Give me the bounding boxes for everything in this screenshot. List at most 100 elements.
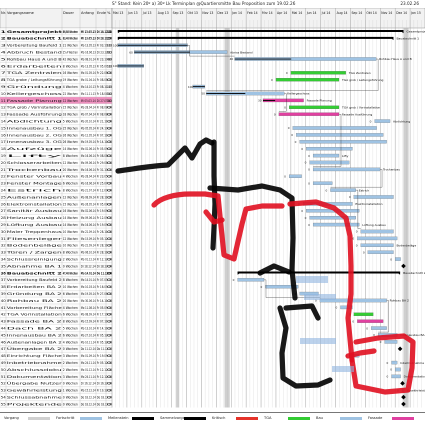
- task-bar[interactable]: [353, 312, 374, 317]
- task-bar[interactable]: [292, 126, 377, 130]
- table-cell: 8 Wochen: [63, 64, 78, 68]
- task-bar[interactable]: [312, 181, 333, 185]
- table-cell: Mo 19.05.14: [81, 292, 96, 296]
- summary-bar[interactable]: [117, 36, 394, 39]
- table-cell: 0: [107, 147, 112, 151]
- table-cell: 0 Wochen: [63, 402, 78, 406]
- table-cell: 100: [107, 44, 112, 48]
- task-percent-label: 0: [274, 112, 276, 116]
- table-cell: Außenanlagen BA 2: [7, 340, 62, 344]
- bar-label: Bauabschnitt 1: [396, 37, 419, 41]
- month-label: Jan 14: [231, 11, 242, 15]
- task-bar[interactable]: [296, 133, 384, 137]
- task-bar[interactable]: [367, 250, 394, 254]
- table-cell: 15: [1, 126, 6, 130]
- table-cell: Mo 01.12.14: [81, 368, 96, 372]
- table-cell: Dokumentation: [7, 375, 62, 379]
- holiday-band: [176, 28, 180, 408]
- task-bar[interactable]: [306, 147, 353, 151]
- table-cell: Mo 24.11.14: [81, 375, 96, 379]
- task-bar[interactable]: [299, 140, 387, 144]
- task-bar[interactable]: [360, 243, 394, 247]
- task-bar[interactable]: [391, 374, 401, 379]
- task-bar[interactable]: [395, 367, 401, 372]
- table-cell: Rohbau BA 2: [7, 299, 62, 303]
- task-bar[interactable]: [312, 222, 360, 227]
- task-bar[interactable]: [371, 326, 387, 330]
- table-cell: Übergabe BA 2: [7, 346, 62, 351]
- task-progress: [117, 65, 144, 67]
- legend-swatch: [288, 417, 310, 420]
- milestone-marker[interactable]: [397, 346, 403, 352]
- task-bar[interactable]: [360, 229, 394, 234]
- task-bar[interactable]: [312, 167, 381, 172]
- bar-label: Abdichtung: [393, 119, 410, 123]
- task-percent-label: 0: [295, 140, 297, 144]
- table-cell: 22: [1, 175, 6, 179]
- table-cell: 0: [107, 292, 112, 296]
- bar-label: Rohbau BA 2: [390, 299, 409, 303]
- table-cell: Mo 07.04.14: [81, 113, 96, 117]
- marker-stroke: [277, 305, 333, 389]
- task-bar[interactable]: [374, 119, 391, 123]
- table-cell: 4 Wochen: [63, 85, 78, 89]
- table-cell: Mo 08.01.14: [81, 57, 96, 61]
- task-bar[interactable]: [309, 160, 350, 165]
- table-cell: 15: [107, 30, 112, 34]
- task-bar[interactable]: [395, 257, 401, 261]
- task-progress: [234, 58, 292, 60]
- table-cell: Schlussreinigung: [7, 258, 62, 262]
- table-cell: 35: [1, 264, 6, 268]
- task-bar[interactable]: [275, 77, 340, 82]
- task-bar[interactable]: [289, 174, 302, 178]
- task-bar[interactable]: [384, 340, 398, 344]
- table-cell: 3 Wochen: [63, 354, 78, 358]
- task-bar[interactable]: [357, 236, 398, 241]
- table-cell: Mo 05.05.14: [81, 126, 96, 130]
- task-bar[interactable]: [278, 112, 340, 116]
- table-cell: Bodenbeläge: [7, 244, 62, 248]
- month-label: Okt 13: [188, 11, 198, 15]
- task-bar[interactable]: [312, 153, 340, 158]
- task-bar[interactable]: [357, 319, 384, 323]
- table-cell: 41: [1, 306, 6, 310]
- task-bar[interactable]: [289, 105, 340, 109]
- table-cell: 25 Wochen: [63, 126, 78, 130]
- table-cell: 51: [1, 375, 6, 379]
- task-percent-label: 0: [390, 368, 392, 372]
- task-percent-label: 0: [380, 340, 382, 344]
- table-cell: 34: [1, 258, 6, 262]
- table-cell: Schlussabnahme: [7, 396, 62, 400]
- bar-label: Estrich: [359, 188, 369, 192]
- table-cell: Erdarbeiten BA 2: [7, 285, 62, 289]
- task-bar[interactable]: [290, 71, 346, 75]
- table-cell: 7: [1, 71, 6, 75]
- task-bar[interactable]: [353, 195, 394, 199]
- table-cell: Abnahme BA 1: [7, 264, 62, 268]
- table-cell: Mo 16.06.14: [81, 154, 96, 158]
- table-cell: 0: [107, 140, 112, 144]
- table-cell: Mo 15.09.14: [81, 237, 96, 241]
- table-cell: 0: [107, 368, 112, 372]
- task-bar[interactable]: [309, 216, 356, 220]
- task-progress: [192, 86, 205, 88]
- task-bar[interactable]: [237, 278, 265, 282]
- table-cell: 21: [1, 168, 6, 172]
- table-cell: Innenausbau 2. OG: [7, 133, 63, 137]
- column-header: Dauer: [63, 11, 74, 15]
- table-cell: 29: [1, 223, 6, 227]
- summary-bar[interactable]: [117, 30, 404, 32]
- table-cell: 3 Wochen: [63, 375, 78, 379]
- legend-bar: Vorgang Fortschritt Meilenstein Sammelvorga…: [0, 412, 425, 424]
- task-bar[interactable]: [391, 360, 398, 365]
- table-cell: Fassade Ausführung: [7, 113, 62, 117]
- bar-label: TGA Zentralen: [348, 71, 371, 75]
- table-cell: Mo 11.11.13: [81, 92, 96, 96]
- table-cell: Heizung Ausbau: [7, 216, 62, 220]
- month-label: Mai 14: [292, 11, 302, 15]
- table-cell: Mo 19.05.14: [81, 140, 96, 144]
- task-bar[interactable]: [330, 188, 356, 192]
- task-percent-label: 100: [188, 85, 194, 89]
- table-cell: Fenster Vorbau: [7, 175, 62, 179]
- table-cell: 4 Wochen: [63, 175, 78, 179]
